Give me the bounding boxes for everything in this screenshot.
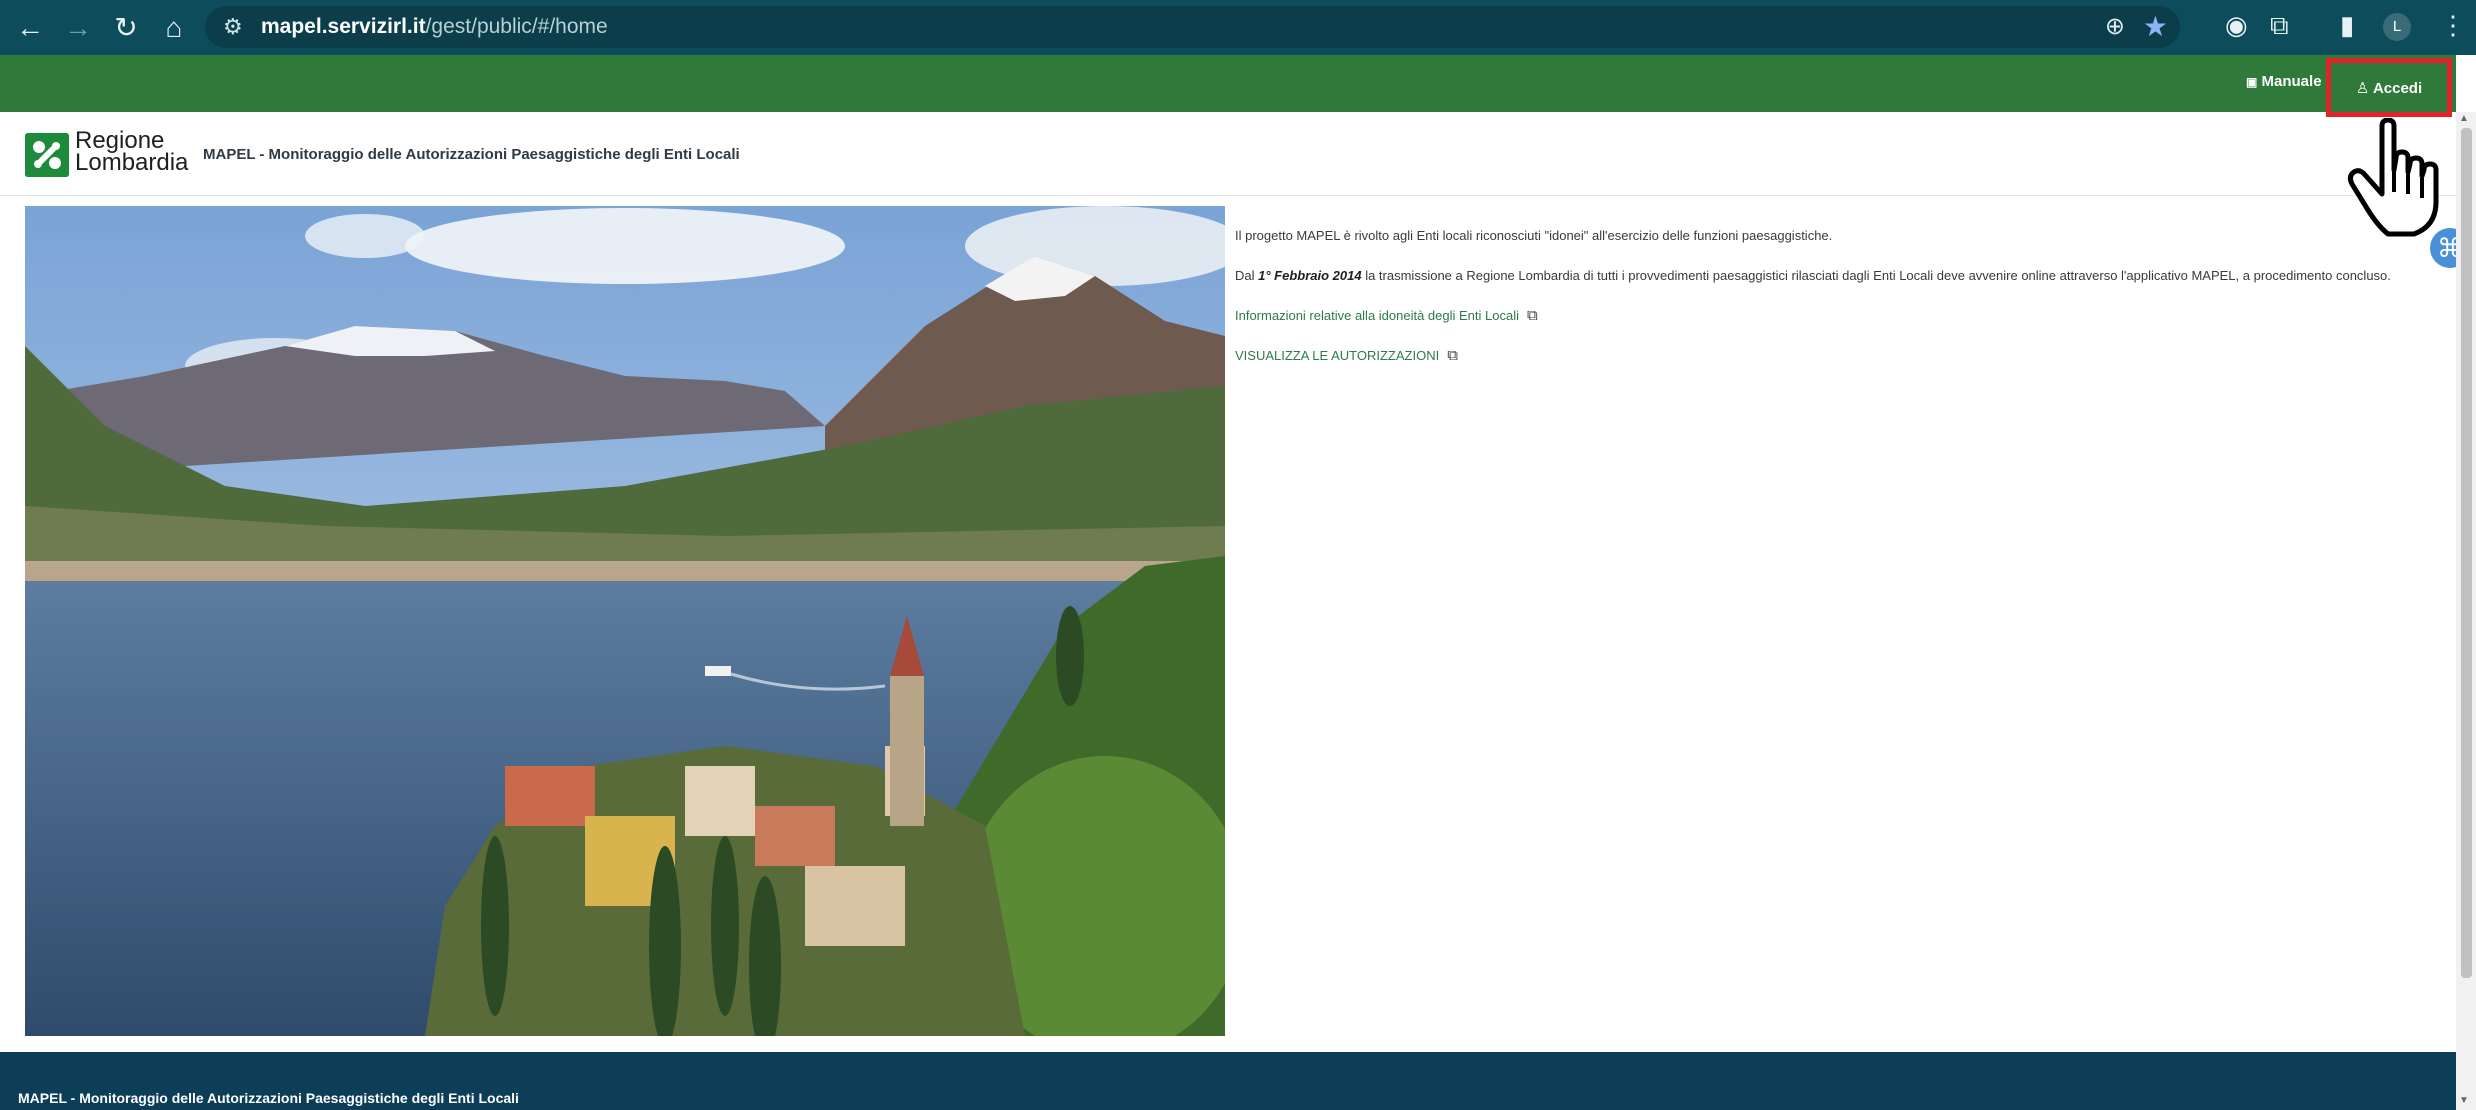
star-icon[interactable]: ★	[2143, 10, 2168, 43]
login-button[interactable]: ♙ Accedi	[2356, 79, 2422, 97]
deadline-paragraph: Dal 1° Febbraio 2014 la trasmissione a R…	[1235, 268, 2435, 284]
top-nav-bar	[0, 55, 2456, 112]
document-icon: ▣	[2246, 75, 2258, 89]
deadline-suffix: la trasmissione a Regione Lombardia di t…	[1361, 268, 2391, 283]
external-link-icon: ⧉	[1447, 347, 1458, 364]
intro-content: Il progetto MAPEL è rivolto agli Enti lo…	[1235, 228, 2435, 388]
kebab-menu-icon[interactable]: ⋮	[2440, 10, 2466, 41]
scroll-up-icon[interactable]: ▲	[2459, 113, 2469, 124]
avatar[interactable]: L	[2383, 13, 2411, 41]
user-icon: ♙	[2355, 79, 2370, 97]
home-icon[interactable]: ⌂	[150, 12, 198, 44]
logo-line2: Lombardia	[75, 149, 189, 176]
footer-title: MAPEL - Monitoraggio delle Autorizzazion…	[18, 1090, 519, 1106]
side-panel-icon[interactable]: ▮	[2340, 10, 2354, 41]
info-enti-link[interactable]: Informazioni relative alla idoneità degl…	[1235, 308, 1519, 323]
scroll-down-icon[interactable]: ▼	[2459, 1095, 2469, 1106]
page-title: MAPEL - Monitoraggio delle Autorizzazion…	[203, 146, 740, 163]
intro-text: Il progetto MAPEL è rivolto agli Enti lo…	[1235, 228, 1833, 243]
tune-icon[interactable]: ⚙	[223, 14, 261, 40]
view-authorizations-link[interactable]: VISUALIZZA LE AUTORIZZAZIONI	[1235, 348, 1439, 363]
manual-link[interactable]: ▣ Manuale	[2246, 73, 2322, 90]
url-host: mapel.servizirl.it	[261, 15, 426, 38]
scrollbar-thumb[interactable]	[2461, 128, 2472, 978]
reload-icon[interactable]: ↻	[102, 11, 150, 44]
external-link-icon: ⧉	[1527, 307, 1538, 324]
forward-arrow-icon[interactable]: →	[54, 12, 102, 44]
login-label: Accedi	[2372, 79, 2423, 97]
regione-logo-icon[interactable]	[25, 133, 69, 177]
deadline-date: 1° Febbraio 2014	[1258, 268, 1362, 283]
puzzle-icon[interactable]: ⧉	[2270, 10, 2289, 42]
address-bar[interactable]: ⚙ mapel.servizirl.it /gest/public/#/home…	[205, 6, 2180, 48]
extension-icon[interactable]: ◉	[2225, 10, 2248, 41]
regione-logo-text: Regione Lombardia	[75, 129, 189, 176]
login-highlight: ♙ Accedi	[2326, 58, 2452, 117]
manual-label: Manuale	[2261, 73, 2322, 90]
hand-pointer-icon	[2344, 117, 2444, 243]
back-arrow-icon[interactable]: ←	[6, 12, 54, 44]
hero-image	[25, 206, 1225, 1036]
deadline-prefix: Dal	[1235, 268, 1259, 283]
zoom-icon[interactable]: ⊕	[2105, 12, 2125, 41]
url-path: /gest/public/#/home	[425, 15, 608, 38]
